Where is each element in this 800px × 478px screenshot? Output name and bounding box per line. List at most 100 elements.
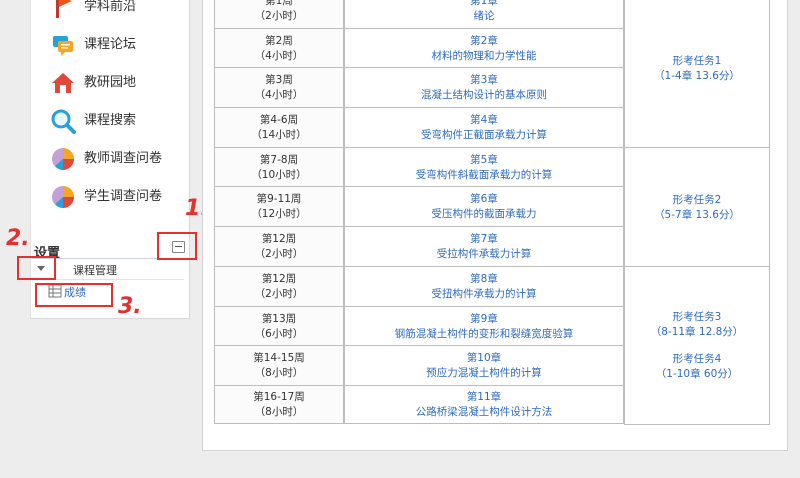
hours-label: （4小时） <box>254 89 304 101</box>
assessment-cell: 形考任务1 （1-4章 13.6分） <box>624 0 770 148</box>
chapter-number: 第9章 <box>470 312 498 325</box>
chapter-number: 第2章 <box>470 34 498 47</box>
pie-chart-icon <box>52 148 74 170</box>
week-cell: 第4-6周 （14小时） <box>214 107 344 148</box>
sidebar-item-course-forum[interactable]: 课程论坛 <box>30 30 188 60</box>
chapter-cell: 第6章受压构件的截面承载力 <box>344 186 624 227</box>
hours-label: （14小时） <box>251 129 307 141</box>
chapter-number: 第7章 <box>470 233 498 245</box>
chapter-title: 受拉构件承载力计算 <box>436 248 532 260</box>
week-label: 第2周 <box>265 34 293 47</box>
week-cell: 第13周 （6小时） <box>214 306 344 346</box>
sidebar-item-student-survey[interactable]: 学生调查问卷 <box>30 182 188 212</box>
chapter-cell: 第11章公路桥梁混凝土构件设计方法 <box>344 385 624 424</box>
task-range: （1-10章 60分） <box>655 368 739 380</box>
chapter-cell: 第5章受弯构件斜截面承载力的计算 <box>344 147 624 187</box>
assessment-task: 形考任务4 （1-10章 60分） <box>625 352 769 382</box>
sidebar-item-label: 教师调查问卷 <box>84 151 163 166</box>
chapter-title: 材料的物理和力学性能 <box>431 49 537 62</box>
hours-label: （2小时） <box>254 248 304 260</box>
sidebar-item-label: 课程论坛 <box>84 37 137 52</box>
week-label: 第12周 <box>261 233 297 245</box>
chapter-cell: 第1章 绪论 <box>344 0 624 29</box>
hours-label: （4小时） <box>254 49 304 62</box>
assessment-task: 形考任务2 （5-7章 13.6分） <box>625 193 769 223</box>
sidebar-item-academic-frontier[interactable]: 学科前沿 <box>30 0 188 22</box>
chapter-title: 受弯构件正截面承载力计算 <box>421 129 547 141</box>
flag-icon <box>56 0 72 18</box>
chapter-cell: 第7章受拉构件承载力计算 <box>344 226 624 267</box>
week-cell: 第7-8周 （10小时） <box>214 147 344 187</box>
chapter-number: 第5章 <box>470 153 498 166</box>
task-name: 形考任务3 <box>672 311 722 323</box>
week-label: 第16-17周 <box>253 391 305 403</box>
hours-label: （10小时） <box>251 168 307 181</box>
assessment-group: 形考任务1 （1-4章 13.6分） <box>625 0 769 84</box>
sidebar-item-label: 教研园地 <box>84 75 137 90</box>
chapter-cell: 第3章混凝土结构设计的基本原则 <box>344 67 624 108</box>
sidebar-item-course-search[interactable]: 课程搜索 <box>30 106 188 136</box>
magnifier-icon <box>51 109 76 134</box>
hours-label: （2小时） <box>254 10 304 22</box>
hours-label: （2小时） <box>254 288 304 300</box>
assessment-cell: 形考任务2 （5-7章 13.6分） <box>624 147 770 267</box>
week-cell: 第12周 （2小时） <box>214 226 344 267</box>
week-label: 第13周 <box>261 312 297 325</box>
week-cell: 第9-11周 （12小时） <box>214 186 344 227</box>
chapter-title: 钢筋混凝土构件的变形和裂缝宽度验算 <box>394 327 574 340</box>
week-label: 第1周 <box>265 0 293 7</box>
chapter-cell: 第2章材料的物理和力学性能 <box>344 28 624 68</box>
tree-node-label: 课程管理 <box>73 264 117 277</box>
chapter-cell: 第8章受扭构件承载力的计算 <box>344 266 624 307</box>
week-cell: 第1周 （2小时） <box>214 0 344 29</box>
task-name: 形考任务1 <box>672 54 722 67</box>
week-label: 第7-8周 <box>259 153 299 166</box>
task-name: 形考任务2 <box>672 193 722 206</box>
sidebar-item-label: 学科前沿 <box>84 0 137 14</box>
week-cell: 第12周 （2小时） <box>214 266 344 307</box>
chapter-number: 第6章 <box>470 193 498 205</box>
week-cell: 第16-17周 （8小时） <box>214 385 344 424</box>
chat-bubble-icon <box>53 36 73 56</box>
task-name: 形考任务4 <box>672 353 722 365</box>
annotation-label-2: 2. <box>6 226 30 251</box>
chapter-number: 第10章 <box>466 352 502 364</box>
sidebar-item-teaching-garden[interactable]: 教研园地 <box>30 68 188 98</box>
chapter-cell: 第9章钢筋混凝土构件的变形和裂缝宽度验算 <box>344 306 624 346</box>
annotation-label-3: 3. <box>118 294 142 319</box>
week-cell: 第3周 （4小时） <box>214 67 344 108</box>
chapter-number: 第3章 <box>470 74 498 86</box>
chapter-title: 混凝土结构设计的基本原则 <box>421 89 547 101</box>
assessment-task: 形考任务1 （1-4章 13.6分） <box>625 54 769 84</box>
chapter-title: 受压构件的截面承载力 <box>431 208 537 220</box>
chapter-title: 预应力混凝土构件的计算 <box>426 367 542 379</box>
week-label: 第9-11周 <box>256 193 302 205</box>
chapter-number: 第8章 <box>470 273 498 285</box>
pie-chart-icon <box>52 186 74 208</box>
assessment-group: 形考任务2 （5-7章 13.6分） <box>625 148 769 223</box>
annotation-box-2 <box>17 256 56 280</box>
hours-label: （6小时） <box>254 327 304 340</box>
task-range: （1-4章 13.6分） <box>654 69 740 82</box>
sidebar-item-label: 学生调查问卷 <box>84 189 163 204</box>
task-range: （5-7章 13.6分） <box>654 208 740 221</box>
chapter-number: 第4章 <box>470 114 498 126</box>
week-label: 第4-6周 <box>259 114 299 126</box>
week-cell: 第14-15周 （8小时） <box>214 345 344 386</box>
sidebar-item-teacher-survey[interactable]: 教师调查问卷 <box>30 144 188 174</box>
sidebar-item-label: 课程搜索 <box>84 113 137 128</box>
annotation-box-1 <box>157 232 197 260</box>
assessment-task: 形考任务3 （8-11章 12.8分） <box>625 310 769 340</box>
chapter-title: 受弯构件斜截面承载力的计算 <box>415 168 553 181</box>
hours-label: （8小时） <box>254 367 304 379</box>
week-label: 第3周 <box>265 74 293 86</box>
chapter-number: 第11章 <box>466 391 502 403</box>
hours-label: （12小时） <box>251 208 307 220</box>
assessment-group: 形考任务3 （8-11章 12.8分） 形考任务4 （1-10章 60分） <box>625 267 769 382</box>
week-label: 第12周 <box>261 273 297 285</box>
chapter-title: 受扭构件承载力的计算 <box>431 288 537 300</box>
chapter-number: 第1章 <box>470 0 498 7</box>
chapter-title: 公路桥梁混凝土构件设计方法 <box>415 406 553 418</box>
home-icon <box>52 73 74 93</box>
assessment-cell: 形考任务3 （8-11章 12.8分） 形考任务4 （1-10章 60分） <box>624 266 770 425</box>
